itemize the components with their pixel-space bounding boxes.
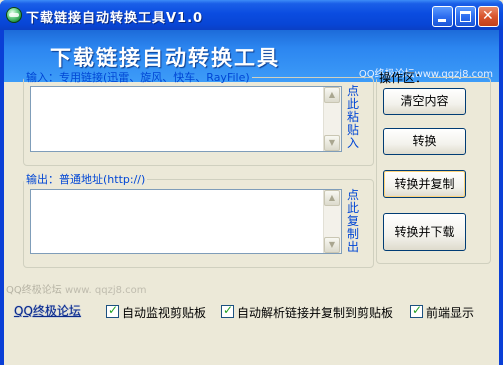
checkbox-label: 前端显示 (426, 306, 475, 320)
convert-button[interactable]: 转换 (383, 128, 466, 155)
checkbox-label: 自动解析链接并复制到剪贴板 (237, 306, 394, 320)
checkbox-label: 自动监视剪贴板 (122, 306, 207, 320)
minimize-icon (438, 19, 446, 22)
watermark-url: www. qqzj8.com (64, 285, 147, 296)
convert-copy-button[interactable]: 转换并复制 (383, 170, 466, 198)
scroll-down-button[interactable]: ▼ (324, 237, 340, 253)
close-button[interactable]: ✕ (478, 6, 499, 27)
banner-title: 下载链接自动转换工具 (50, 46, 280, 70)
output-scrollbar[interactable]: ▲ ▼ (323, 190, 341, 253)
checkbox-box[interactable] (410, 303, 423, 318)
maximize-icon (460, 11, 471, 22)
input-scrollbar[interactable]: ▲ ▼ (323, 87, 341, 151)
maximize-button[interactable] (455, 6, 476, 27)
minimize-button[interactable] (432, 6, 453, 27)
clear-button[interactable]: 清空内容 (383, 88, 466, 115)
close-icon: ✕ (482, 8, 494, 24)
scroll-up-button[interactable]: ▲ (324, 87, 340, 103)
app-window: 下载链接自动转换工具V1.0 ✕ 下载链接自动转换工具 QQ终极论坛www.qq… (0, 0, 503, 365)
convert-download-button[interactable]: 转换并下载 (383, 213, 466, 251)
input-group-label: 输入：专用链接(迅雷、旋风、快车、RayFile) (26, 71, 250, 84)
window-title: 下载链接自动转换工具V1.0 (26, 11, 204, 26)
copy-out-link[interactable]: 点此复制出 (346, 189, 360, 254)
output-textarea[interactable]: ▲ ▼ (30, 189, 342, 254)
operations-group-label: 操作区： (379, 71, 428, 85)
scroll-up-button[interactable]: ▲ (324, 190, 340, 206)
app-icon[interactable] (6, 7, 22, 23)
watermark-name: QQ终极论坛 (6, 285, 62, 296)
scroll-down-button[interactable]: ▼ (324, 135, 340, 151)
output-group-label: 输出：普通地址(http://) (26, 173, 146, 186)
forum-link[interactable]: QQ终极论坛 (14, 302, 81, 319)
title-bar[interactable]: 下载链接自动转换工具V1.0 ✕ (0, 0, 503, 30)
checkbox-box[interactable] (221, 303, 234, 318)
paste-in-link[interactable]: 点此粘贴入 (346, 85, 360, 150)
input-textarea[interactable]: ▲ ▼ (30, 86, 342, 152)
watermark: QQ终极论坛 www. qqzj8.com (6, 281, 147, 296)
checkbox-box[interactable] (106, 303, 119, 318)
